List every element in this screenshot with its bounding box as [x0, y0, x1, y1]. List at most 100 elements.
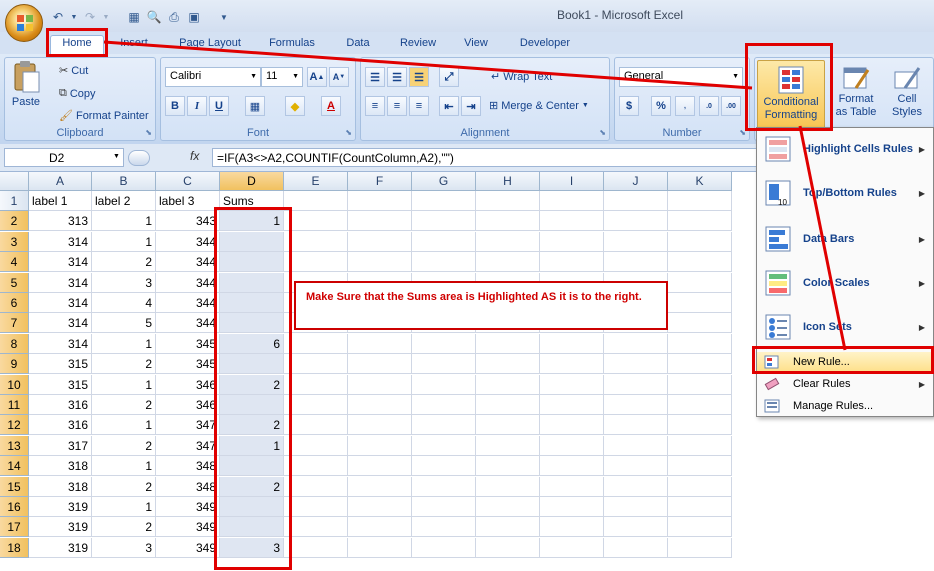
cell[interactable] [284, 395, 348, 415]
sums-cell[interactable] [220, 272, 284, 293]
cell[interactable]: 1 [92, 211, 156, 232]
cell[interactable] [540, 395, 604, 415]
menu-item-top-bottom-rules[interactable]: 10 Top/Bottom Rules ▶ [757, 175, 933, 211]
column-header-d[interactable]: D [220, 172, 284, 191]
cell[interactable] [668, 333, 732, 354]
cell[interactable]: 1 [92, 456, 156, 477]
cell[interactable]: 319 [29, 517, 92, 538]
cell[interactable] [348, 456, 412, 477]
sums-cell[interactable]: Sums [220, 191, 284, 211]
cell[interactable] [412, 354, 476, 375]
underline-button[interactable]: U [209, 96, 229, 116]
sums-cell[interactable] [220, 252, 284, 273]
sums-cell[interactable] [220, 354, 284, 375]
cell[interactable] [476, 333, 540, 354]
cell[interactable] [604, 497, 668, 517]
cell[interactable]: 345 [156, 354, 220, 375]
cell[interactable] [284, 435, 348, 456]
cell[interactable]: 348 [156, 456, 220, 477]
merge-center-button[interactable]: ⊞ Merge & Center ▼ [489, 99, 589, 113]
row-header[interactable]: 11 [0, 395, 29, 415]
redo-dropdown-icon[interactable]: ▼ [102, 9, 110, 25]
conditional-formatting-button[interactable]: Conditional Formatting [757, 60, 825, 130]
cell[interactable]: 1 [92, 415, 156, 436]
cell[interactable] [348, 415, 412, 436]
cell[interactable] [540, 191, 604, 211]
cell[interactable] [668, 272, 732, 293]
cell[interactable]: 4 [92, 293, 156, 313]
cell[interactable] [348, 374, 412, 395]
cell[interactable] [540, 354, 604, 375]
sums-cell[interactable] [220, 313, 284, 334]
cell[interactable] [540, 476, 604, 497]
cell[interactable] [604, 476, 668, 497]
redo-icon[interactable]: ↷ [82, 9, 98, 25]
borders-icon[interactable]: ▦ [245, 96, 265, 116]
cell[interactable] [604, 354, 668, 375]
cell[interactable] [540, 374, 604, 395]
cell[interactable] [668, 476, 732, 497]
insert-function-button[interactable]: fx [190, 149, 199, 163]
fill-color-icon[interactable]: ◆ [285, 96, 305, 116]
cell[interactable]: 2 [92, 354, 156, 375]
column-header-c[interactable]: C [156, 172, 220, 191]
cell[interactable] [348, 476, 412, 497]
tab-review[interactable]: Review [390, 36, 446, 54]
cell[interactable]: 317 [29, 435, 92, 456]
sums-cell[interactable] [220, 395, 284, 415]
cell[interactable] [540, 415, 604, 436]
cell[interactable] [284, 231, 348, 252]
tab-view[interactable]: View [454, 36, 498, 54]
cell[interactable] [412, 211, 476, 232]
font-name-box[interactable]: Calibri ▼ [165, 67, 261, 87]
align-right-icon[interactable]: ≡ [409, 96, 429, 116]
cell[interactable] [348, 517, 412, 538]
cell[interactable] [668, 537, 732, 558]
cell[interactable]: 314 [29, 333, 92, 354]
cell[interactable]: 344 [156, 252, 220, 273]
decrease-indent-icon[interactable]: ⇤ [439, 96, 459, 116]
bold-button[interactable]: B [165, 96, 185, 116]
cell[interactable] [284, 456, 348, 477]
format-painter-button[interactable]: 🖌 Format Painter [59, 109, 149, 123]
dialog-launcher-icon[interactable]: ⬊ [599, 128, 606, 137]
cell[interactable]: 344 [156, 272, 220, 293]
cell[interactable]: 348 [156, 476, 220, 497]
cell[interactable] [668, 415, 732, 436]
cell[interactable]: 314 [29, 293, 92, 313]
cell[interactable] [412, 231, 476, 252]
name-box[interactable]: D2 [4, 148, 124, 167]
cell[interactable]: 318 [29, 476, 92, 497]
cell[interactable] [476, 517, 540, 538]
menu-item-color-scales[interactable]: Color Scales ▶ [757, 265, 933, 301]
cell[interactable] [668, 497, 732, 517]
cell[interactable] [412, 333, 476, 354]
cell[interactable] [668, 313, 732, 334]
cell[interactable] [476, 497, 540, 517]
cell[interactable] [476, 191, 540, 211]
cell[interactable] [540, 456, 604, 477]
cell[interactable] [348, 537, 412, 558]
row-header[interactable]: 12 [0, 415, 29, 436]
select-all-corner[interactable] [0, 172, 29, 191]
cell[interactable] [540, 435, 604, 456]
column-header-f[interactable]: F [348, 172, 412, 191]
cell[interactable] [348, 497, 412, 517]
column-header-k[interactable]: K [668, 172, 732, 191]
cell[interactable] [604, 456, 668, 477]
cell[interactable] [540, 231, 604, 252]
cell[interactable] [348, 252, 412, 273]
cell[interactable]: 319 [29, 497, 92, 517]
cell[interactable] [412, 497, 476, 517]
cell[interactable]: 345 [156, 333, 220, 354]
cell[interactable]: 2 [92, 395, 156, 415]
cell[interactable] [412, 537, 476, 558]
increase-decimal-icon[interactable]: .0 [699, 96, 719, 116]
sums-cell[interactable] [220, 456, 284, 477]
sums-cell[interactable] [220, 517, 284, 538]
sums-cell[interactable] [220, 497, 284, 517]
cell[interactable]: 344 [156, 231, 220, 252]
cell[interactable] [668, 252, 732, 273]
align-left-icon[interactable]: ≡ [365, 96, 385, 116]
dialog-launcher-icon[interactable]: ⬊ [739, 128, 746, 137]
